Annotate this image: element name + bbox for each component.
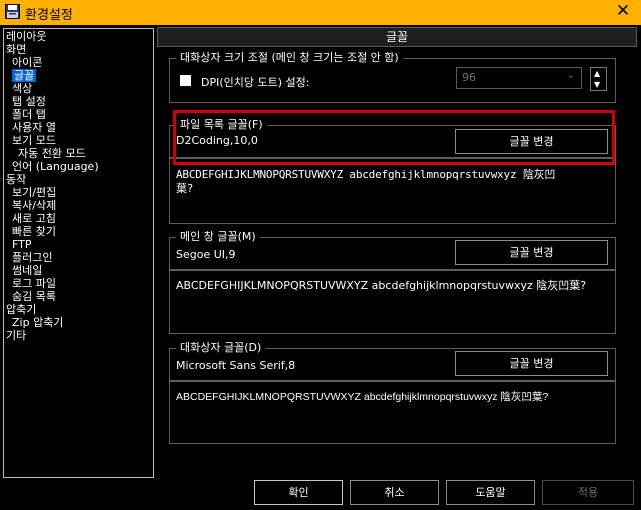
settings-window: 환경설정 ✕ 레이아웃 화면 아이콘 글꼴 색상 탭 설정 폴더 탭 사용자 열 보기 모드 자동… (0, 0, 641, 510)
sidebar-item[interactable]: 탭 설정 (12, 95, 46, 108)
dialog-size-legend: 대화상자 크기 조절 (메인 창 크기는 조절 안 함) (176, 51, 403, 65)
file-list-font-sample: ABCDEFGHIJKLMNOPQRSTUVWXYZ abcdefghijklm… (176, 168, 556, 195)
sidebar-item[interactable]: 보기 모드 (12, 134, 56, 147)
dpi-spinner[interactable]: ▲ ▼ (590, 67, 607, 91)
sidebar-item-label: 글꼴 (12, 69, 37, 82)
sidebar-item[interactable]: 빠른 찾기 (12, 225, 56, 238)
file-list-font-legend: 파일 목록 글꼴(F) (176, 118, 267, 132)
sidebar-item-label: 폴더 탭 (12, 108, 46, 121)
dpi-label: DPI(인치당 도트) 설정: (201, 76, 310, 89)
page-title: 글꼴 (157, 27, 637, 47)
sidebar-item[interactable]: 플러그인 (12, 251, 52, 264)
sidebar-item[interactable]: 기타 (6, 329, 26, 342)
sidebar-item[interactable]: 숨김 목록 (12, 290, 56, 303)
main-window-font-sample-box: ABCDEFGHIJKLMNOPQRSTUVWXYZ abcdefghijklm… (169, 270, 616, 334)
chevron-down-icon: ⌄ (566, 70, 575, 81)
dialog-font-sample: ABCDEFGHIJKLMNOPQRSTUVWXYZ abcdefghijklm… (176, 391, 549, 403)
sidebar-item[interactable]: 압축기 (6, 303, 36, 316)
sidebar-item-label: 로그 파일 (12, 277, 56, 290)
dialog-font-change-button[interactable]: 글꼴 변경 (455, 351, 608, 376)
sidebar-item-label: 탭 설정 (12, 95, 46, 108)
sidebar-item-label: 보기 모드 (12, 134, 56, 147)
sidebar-item[interactable]: 동작 (6, 173, 26, 186)
dialog-font-legend: 대화상자 글꼴(D) (176, 341, 266, 355)
sidebar-item[interactable]: 화면 (6, 43, 26, 56)
sidebar-item[interactable]: 언어 (Language) (12, 160, 99, 173)
main-window-font-sample: ABCDEFGHIJKLMNOPQRSTUVWXYZ abcdefghijklm… (176, 279, 587, 292)
sidebar-item-label: 썸네일 (12, 264, 43, 277)
sidebar-item-label: 보기/편집 (12, 186, 57, 199)
sidebar-item[interactable]: FTP (12, 238, 32, 251)
close-icon[interactable]: ✕ (613, 1, 633, 21)
sidebar-item-label: 새로 고침 (12, 212, 56, 225)
sidebar-item-label: 숨김 목록 (12, 290, 56, 303)
dialog-font-current: Microsoft Sans Serif,8 (176, 359, 296, 372)
sidebar-item-label: 복사/삭제 (12, 199, 57, 212)
main-window-font-current: Segoe UI,9 (176, 248, 236, 261)
sidebar-item[interactable]: 아이콘 (12, 56, 42, 69)
file-list-font-sample-box: ABCDEFGHIJKLMNOPQRSTUVWXYZ abcdefghijklm… (169, 158, 616, 224)
spin-up-icon[interactable]: ▲ (594, 69, 600, 78)
title-bar[interactable]: 환경설정 ✕ (0, 0, 641, 25)
sidebar-item[interactable]: 폴더 탭 (12, 108, 46, 121)
sidebar-item-label: 동작 (6, 173, 27, 186)
sidebar-item[interactable]: 썸네일 (12, 264, 42, 277)
sidebar-item-label: 플러그인 (12, 251, 53, 264)
sidebar-item-label: 색상 (12, 82, 33, 95)
sidebar-item[interactable]: 색상 (12, 82, 32, 95)
sidebar-item-label: Zip 압축기 (12, 316, 64, 329)
window-title: 환경설정 (25, 8, 73, 23)
spin-down-icon[interactable]: ▼ (594, 80, 600, 89)
sidebar-item[interactable]: 복사/삭제 (12, 199, 56, 212)
file-list-font-change-button[interactable]: 글꼴 변경 (455, 129, 608, 154)
help-button[interactable]: 도움말 (446, 480, 535, 505)
sidebar-item[interactable]: 자동 전환 모드 (18, 147, 86, 160)
sidebar-item[interactable]: 새로 고침 (12, 212, 56, 225)
main-window-font-change-button[interactable]: 글꼴 변경 (455, 240, 608, 265)
dpi-select[interactable]: 96 ⌄ (456, 67, 582, 89)
sidebar-item[interactable]: 사용자 열 (12, 121, 56, 134)
sidebar-item[interactable]: 레이아웃 (6, 30, 46, 43)
sidebar-item-label: 자동 전환 모드 (18, 147, 86, 160)
sidebar-item-label: 화면 (6, 43, 27, 56)
sidebar-item[interactable]: Zip 압축기 (12, 316, 63, 329)
sidebar-item-label: 기타 (6, 329, 27, 342)
sidebar-item-label: 사용자 열 (12, 121, 56, 134)
ok-button[interactable]: 확인 (254, 480, 343, 505)
dpi-checkbox[interactable] (180, 75, 191, 86)
file-list-font-current: D2Coding,10,0 (176, 134, 258, 147)
settings-category-tree[interactable]: 레이아웃 화면 아이콘 글꼴 색상 탭 설정 폴더 탭 사용자 열 보기 모드 자동 전환 모드 언… (3, 28, 154, 478)
sidebar-item[interactable]: 글꼴 (12, 69, 37, 82)
sidebar-item-label: FTP (12, 238, 32, 251)
dialog-font-sample-box: ABCDEFGHIJKLMNOPQRSTUVWXYZ abcdefghijklm… (169, 381, 616, 444)
dpi-value: 96 (462, 71, 476, 84)
main-window-font-legend: 메인 창 글꼴(M) (176, 230, 260, 244)
sidebar-item[interactable]: 로그 파일 (12, 277, 56, 290)
sidebar-item[interactable]: 보기/편집 (12, 186, 56, 199)
cancel-button[interactable]: 취소 (350, 480, 439, 505)
sidebar-item-label: 압축기 (6, 303, 37, 316)
settings-app-icon (5, 4, 20, 19)
sidebar-item-label: 언어 (Language) (12, 160, 99, 173)
sidebar-item-label: 레이아웃 (6, 30, 47, 43)
apply-button[interactable]: 적용 (542, 480, 634, 505)
sidebar-item-label: 아이콘 (12, 56, 43, 69)
sidebar-item-label: 빠른 찾기 (12, 225, 56, 238)
